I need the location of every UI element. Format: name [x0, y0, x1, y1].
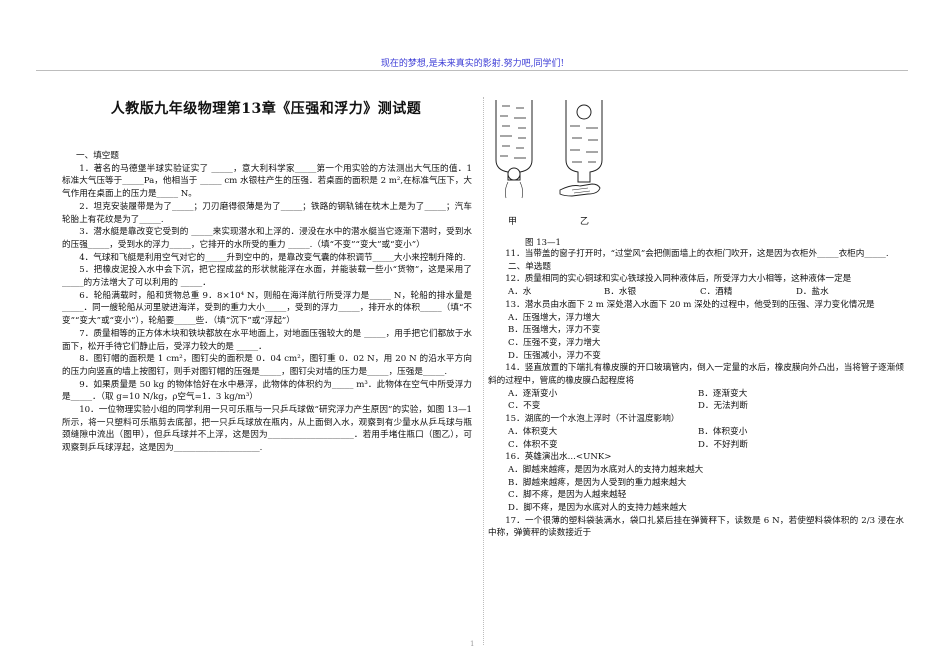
question-13: 13．潜水员由水面下 2 m 深处潜入水面下 20 m 深处的过程中，他受到的压… [505, 299, 875, 310]
option-14-c: C．不变 [508, 401, 541, 412]
option-12-c: C．酒精 [700, 287, 733, 298]
label-jia: 甲 [508, 216, 517, 227]
option-12-b: B．水银 [604, 287, 637, 298]
question-11: 11．当带盖的窗子打开时，“过堂风”会把侧面墙上的衣柜门吹开，这是因为衣柜外__… [505, 249, 889, 259]
question-15: 15．湖底的一个水泡上浮时（不计温度影响） [505, 414, 680, 425]
option-14-b: B．逐渐变大 [698, 388, 748, 399]
bottle-yi [559, 100, 603, 197]
question-12: 12．质量相同的实心铜球和实心铁球投入同种液体后，所受浮力大小相等，这种液体一定… [505, 274, 852, 285]
option-13-c: C．压强不变，浮力增大 [508, 337, 601, 348]
header-rule [36, 70, 908, 71]
option-16-d: D．脚不疼，是因为水底对人的支持力越来越大 [508, 503, 687, 514]
option-15-b: B．体积变小 [698, 426, 748, 437]
options-14-ab: A．逐渐变小 B．逐渐变大 [488, 388, 904, 401]
bottle-jia [495, 100, 533, 199]
question-2: 2．坦克安装履带是为了_____；刀刃磨得很薄是为了_____；铁路的钢轨铺在枕… [62, 201, 472, 225]
option-13-a: A．压强增大，浮力增大 [508, 312, 601, 323]
question-14: 14．竖直放置的下端扎有橡皮膜的开口玻璃管内，倒入一定量的水后，橡皮膜向外凸出，… [488, 363, 904, 387]
question-3: 3．潜水艇是靠改变它受到的 _____来实现潜水和上浮的．浸没在水中的潜水艇当它… [62, 227, 472, 250]
option-16-c: C．脚不疼，是因为人越来越轻 [508, 490, 627, 501]
question-8: 8．图钉帽的面积是 1 cm²，图钉尖的面积是 0．04 cm²，图钉重 0．0… [62, 354, 472, 377]
header-motto: 现在的梦想,是未来真实的影射.努力吧,同学们! [380, 59, 565, 69]
option-12-d: D．盐水 [796, 287, 829, 298]
question-1: 1．著名的马德堡半球实验证实了 _____，意大利科学家_____第一个用实验的… [62, 163, 472, 200]
left-column: 一、填空题 1．著名的马德堡半球实验证实了 _____，意大利科学家_____第… [62, 150, 472, 455]
options-15-ab: A．体积变大 B．体积变小 [488, 426, 904, 439]
option-13-b: B．压强增大，浮力不变 [508, 325, 601, 336]
question-10: 10．一位物理实验小组的同学利用一只可乐瓶与一只乒乓球做“研究浮力产生原因”的实… [62, 405, 472, 454]
question-5: 5．把橡皮泥投入水中会下沉，把它捏成盆的形状就能浮在水面，并能装载一些小“货物”… [62, 265, 472, 289]
option-14-a: A．逐渐变小 [508, 388, 558, 399]
option-15-c: C．体积不变 [508, 439, 558, 450]
question-6: 6．轮船满载时，船和货物总重 9．8×10⁴ N，则船在海洋航行所受浮力是___… [62, 290, 472, 327]
option-15-a: A．体积变大 [508, 426, 558, 437]
option-12-a: A．水 [508, 287, 532, 298]
question-9: 9．如果质量是 50 kg 的物体恰好在水中悬浮，此物体的体积约为_____ m… [62, 379, 472, 403]
question-16: 16．英雄演出水...<UNK> [505, 452, 612, 463]
right-column: 11．当带盖的窗子打开时，“过堂风”会把侧面墙上的衣柜门吹开，这是因为衣柜外__… [488, 248, 904, 540]
option-16-a: A．脚越来越疼，是因为水底对人的支持力越来越大 [508, 464, 704, 475]
option-13-d: D．压强减小，浮力不变 [508, 350, 601, 361]
column-divider [483, 97, 484, 645]
question-4: 4．气球和飞艇是利用空气对它的_____升到空中的，是靠改变气囊的体积调节___… [79, 252, 466, 263]
option-15-d: D．不好判断 [698, 439, 748, 450]
question-17: 17．一个很薄的塑料袋装满水，袋口扎紧后挂在弹簧秤下，读数是 6 N，若使塑料袋… [488, 515, 904, 539]
question-7: 7．质量相等的正方体木块和铁块都放在水平地面上，对地面压强较大的是 _____，… [62, 328, 472, 352]
options-14-cd: C．不变 D．无法判断 [488, 400, 904, 413]
page-title: 人教版九年级物理第13章《压强和浮力》测试题 [110, 101, 422, 117]
section-heading-choice: 二、单选题 [508, 261, 551, 272]
figure-caption: 图 13—1 [525, 238, 561, 248]
options-12: A．水 B．水银 C．酒精 D．盐水 [488, 286, 904, 299]
options-15-cd: C．体积不变 D．不好判断 [488, 439, 904, 452]
option-14-d: D．无法判断 [698, 401, 748, 412]
page-number: 1 [470, 640, 475, 648]
section-heading-fill: 一、填空题 [76, 151, 119, 161]
figure-13-1: 甲 乙 [495, 100, 603, 227]
label-yi: 乙 [580, 216, 589, 227]
option-16-b: B．脚越来越疼，是因为人受到的重力越来越大 [508, 477, 687, 488]
